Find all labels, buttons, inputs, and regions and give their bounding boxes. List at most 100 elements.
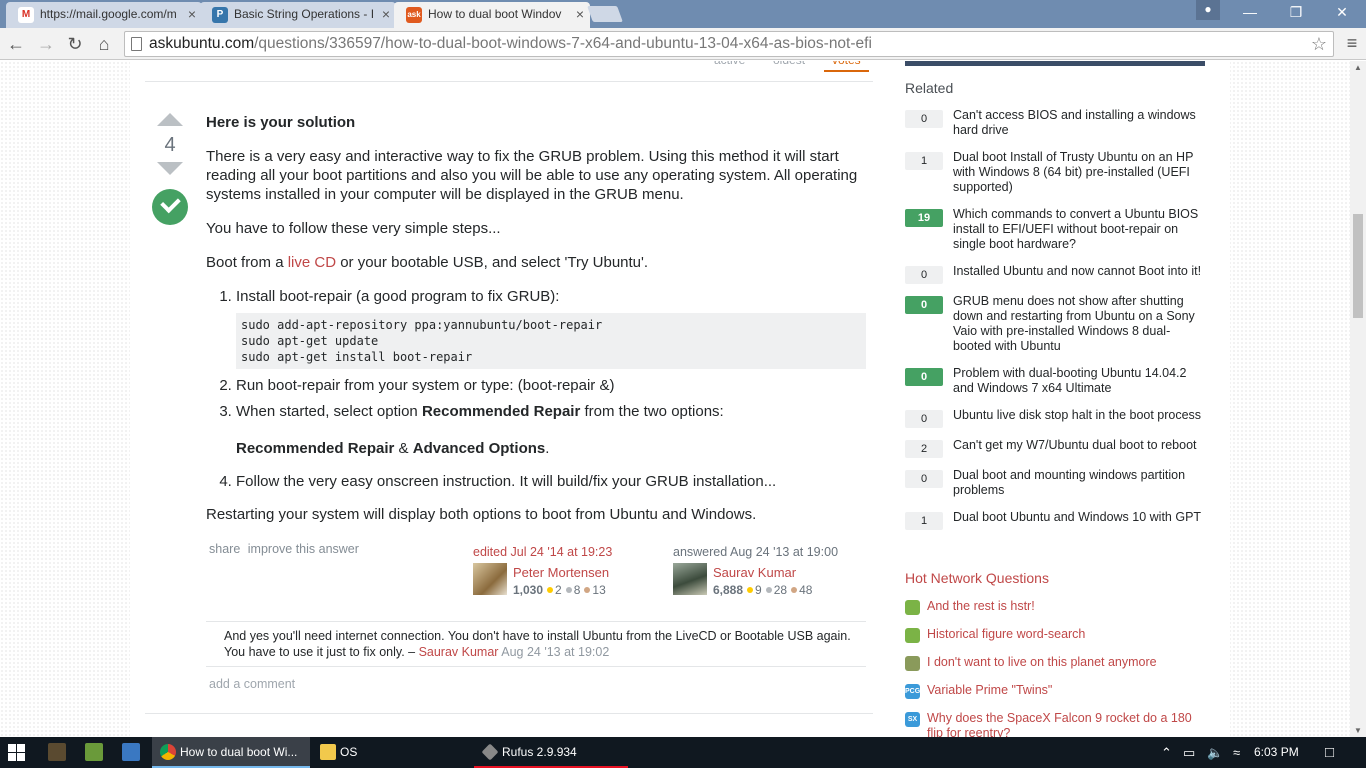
related-question-link[interactable]: Dual boot Ubuntu and Windows 10 with GPT [953, 510, 1205, 525]
forward-arrow-icon[interactable]: → [34, 32, 58, 56]
comment-date[interactable]: Aug 24 '13 at 19:02 [498, 645, 609, 659]
hot-question-item[interactable]: And the rest is hstr! [905, 599, 1205, 627]
related-question-link[interactable]: Dual boot and mounting windows partition… [953, 468, 1205, 498]
new-tab-button[interactable] [587, 6, 623, 22]
related-question-item[interactable]: 1 Dual boot Ubuntu and Windows 10 with GP… [905, 510, 1205, 530]
edited-date-link[interactable]: edited Jul 24 '14 at 19:23 [473, 545, 663, 559]
user-profile-icon[interactable]: ● [1196, 0, 1220, 20]
related-question-item[interactable]: 0 Dual boot and mounting windows partitio… [905, 468, 1205, 498]
author-signature: answered Aug 24 '13 at 19:00 Saurav Kuma… [673, 545, 863, 597]
hot-question-item[interactable]: SX Why does the SpaceX Falcon 9 rocket do… [905, 711, 1205, 737]
related-question-item[interactable]: 1 Dual boot Install of Trusty Ubuntu on a… [905, 150, 1205, 195]
volume-muted-icon[interactable]: 🔈 [1207, 737, 1223, 768]
live-cd-link[interactable]: live CD [288, 254, 336, 271]
scroll-down-arrow-icon[interactable]: ▼ [1350, 726, 1366, 735]
home-icon[interactable]: ⌂ [92, 32, 116, 56]
related-heading: Related [905, 80, 954, 96]
hot-question-item[interactable]: PCG Variable Prime "Twins" [905, 683, 1205, 711]
notepad-pinned-icon[interactable] [85, 743, 103, 761]
share-link[interactable]: share [209, 542, 240, 556]
hot-question-item[interactable]: Historical figure word-search [905, 627, 1205, 655]
back-arrow-icon[interactable]: ← [4, 32, 28, 56]
comment-user-link[interactable]: Saurav Kumar [419, 645, 499, 659]
close-window-button[interactable]: ✕ [1319, 0, 1365, 24]
hot-question-link[interactable]: Why does the SpaceX Falcon 9 rocket do a… [927, 711, 1192, 737]
page-scrollbar[interactable]: ▲ ▼ [1350, 61, 1366, 737]
related-score-badge: 0 [905, 410, 943, 428]
show-hidden-icons-chevron-icon[interactable]: ⌃ [1161, 737, 1172, 768]
close-tab-icon[interactable]: × [188, 2, 196, 26]
close-tab-icon[interactable]: × [576, 2, 584, 26]
scrollbar-thumb[interactable] [1353, 214, 1363, 318]
site-favicon-icon [905, 600, 920, 615]
hot-question-item[interactable]: I don't want to live on this planet anym… [905, 655, 1205, 683]
app-pinned-icon[interactable] [48, 743, 66, 761]
related-question-link[interactable]: Installed Ubuntu and now cannot Boot int… [953, 264, 1205, 279]
hot-question-link[interactable]: Historical figure word-search [927, 627, 1085, 641]
avatar[interactable] [473, 563, 507, 595]
related-question-item[interactable]: 0 Can't access BIOS and installing a wind… [905, 108, 1205, 138]
taskbar-item-chrome[interactable]: How to dual boot Wi... [152, 737, 310, 768]
add-comment-link[interactable]: add a comment [209, 677, 295, 691]
related-question-item[interactable]: 0 Ubuntu live disk stop halt in the boot … [905, 408, 1205, 428]
task-label: OS [340, 745, 358, 759]
editor-signature: edited Jul 24 '14 at 19:23 Peter Mortens… [473, 545, 663, 597]
hot-network-questions-heading[interactable]: Hot Network Questions [905, 570, 1049, 586]
browser-tab-gmail[interactable]: M https://mail.google.com/m × [6, 2, 202, 28]
answer-follow: You have to follow these very simple ste… [206, 220, 501, 237]
related-question-item[interactable]: 0 Installed Ubuntu and now cannot Boot in… [905, 264, 1205, 284]
step-item: Run boot-repair from your system or type… [236, 376, 866, 395]
close-tab-icon[interactable]: × [382, 2, 390, 26]
downvote-arrow-icon[interactable] [157, 162, 183, 175]
chrome-menu-icon[interactable]: ≡ [1344, 34, 1360, 54]
bookmark-star-icon[interactable]: ☆ [1311, 32, 1327, 56]
battery-icon[interactable]: ▭ [1183, 737, 1195, 768]
reload-icon[interactable]: ↻ [63, 32, 87, 56]
wifi-icon[interactable]: ≈ [1233, 737, 1240, 768]
related-score-badge: 19 [905, 209, 943, 227]
related-question-link[interactable]: GRUB menu does not show after shutting d… [953, 294, 1205, 354]
clock[interactable]: 6:03 PM [1254, 737, 1299, 768]
action-center-icon[interactable]: □ [1325, 737, 1334, 768]
related-question-item[interactable]: 0 Problem with dual-booting Ubuntu 14.04.… [905, 366, 1205, 396]
hot-question-link[interactable]: Variable Prime "Twins" [927, 683, 1052, 697]
editor-reputation: 1,030 2 8 13 [513, 583, 606, 597]
minimize-button[interactable]: — [1227, 0, 1273, 24]
content-column: active oldest votes 4 Here is your solut… [130, 61, 1230, 737]
accepted-checkmark-icon [152, 189, 188, 225]
related-question-item[interactable]: 19 Which commands to convert a Ubuntu BIO… [905, 207, 1205, 252]
author-name-link[interactable]: Saurav Kumar [713, 565, 796, 580]
browser-tab-python[interactable]: P Basic String Operations - I × [200, 2, 396, 28]
restore-button[interactable]: ❐ [1273, 0, 1319, 24]
sort-tab-votes[interactable]: votes [824, 61, 869, 72]
browser-tab-askubuntu[interactable]: ask How to dual boot Windov × [394, 2, 590, 29]
related-question-link[interactable]: Ubuntu live disk stop halt in the boot p… [953, 408, 1205, 423]
related-question-link[interactable]: Can't get my W7/Ubuntu dual boot to rebo… [953, 438, 1205, 453]
comment: And yes you'll need internet connection.… [206, 622, 866, 667]
sort-tab-oldest[interactable]: oldest [773, 61, 805, 67]
related-question-item[interactable]: 0 GRUB menu does not show after shutting … [905, 294, 1205, 354]
scroll-up-arrow-icon[interactable]: ▲ [1350, 63, 1366, 72]
comments-section: And yes you'll need internet connection.… [206, 621, 866, 667]
related-question-link[interactable]: Which commands to convert a Ubuntu BIOS … [953, 207, 1205, 252]
improve-answer-link[interactable]: improve this answer [248, 542, 359, 556]
computer-pinned-icon[interactable] [122, 743, 140, 761]
taskbar-item-folder[interactable]: OS [312, 737, 472, 768]
windows-start-icon[interactable] [8, 744, 25, 761]
site-favicon-icon: PCG [905, 684, 920, 699]
taskbar-item-rufus[interactable]: Rufus 2.9.934 [474, 737, 628, 768]
upvote-arrow-icon[interactable] [157, 113, 183, 126]
browser-toolbar: ← → ↻ ⌂ askubuntu.com/questions/336597/h… [0, 28, 1366, 60]
hot-question-link[interactable]: I don't want to live on this planet anym… [927, 655, 1157, 669]
hot-question-link[interactable]: And the rest is hstr! [927, 599, 1035, 613]
editor-name-link[interactable]: Peter Mortensen [513, 565, 609, 580]
gmail-icon: M [18, 7, 34, 23]
browser-tab-strip: M https://mail.google.com/m × P Basic St… [0, 0, 1366, 29]
address-bar[interactable]: askubuntu.com/questions/336597/how-to-du… [124, 31, 1334, 57]
related-question-link[interactable]: Problem with dual-booting Ubuntu 14.04.2… [953, 366, 1205, 396]
avatar[interactable] [673, 563, 707, 595]
related-question-link[interactable]: Can't access BIOS and installing a windo… [953, 108, 1205, 138]
related-question-item[interactable]: 2 Can't get my W7/Ubuntu dual boot to reb… [905, 438, 1205, 458]
related-question-link[interactable]: Dual boot Install of Trusty Ubuntu on an… [953, 150, 1205, 195]
sort-tab-active[interactable]: active [714, 61, 745, 67]
